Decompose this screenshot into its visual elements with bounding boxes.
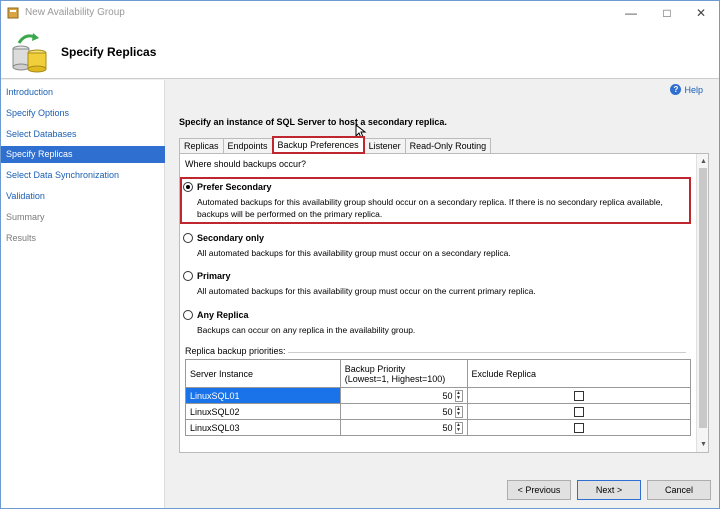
tab-read-only-routing[interactable]: Read-Only Routing: [404, 138, 492, 154]
nav-item-specify-options[interactable]: Specify Options: [1, 105, 165, 122]
nav-item-select-databases[interactable]: Select Databases: [1, 126, 165, 143]
option-description: All automated backups for this availabil…: [197, 248, 511, 258]
exclude-cell[interactable]: [466, 387, 692, 404]
header-server-instance: Server Instance: [185, 359, 341, 388]
tab-listener[interactable]: Listener: [363, 138, 406, 154]
next-button[interactable]: Next >: [577, 480, 641, 500]
header-backup-priority: Backup Priority (Lowest=1, Highest=100): [339, 359, 468, 388]
tab-strip: Replicas Endpoints Backup Preferences Li…: [179, 136, 492, 154]
group-divider: [288, 352, 686, 353]
window-title: New Availability Group: [25, 7, 125, 18]
backup-question: Where should backups occur?: [185, 159, 307, 169]
option-label: Primary: [197, 271, 231, 281]
minimize-icon[interactable]: —: [613, 3, 649, 23]
spinner-icon[interactable]: ▲ ▼: [454, 405, 463, 418]
header-priority-line1: Backup Priority: [344, 363, 406, 374]
vertical-scrollbar[interactable]: ▲ ▼: [696, 154, 708, 452]
cancel-button[interactable]: Cancel: [647, 480, 711, 500]
instruction-text: Specify an instance of SQL Server to hos…: [179, 117, 447, 127]
table-row[interactable]: LinuxSQL02 50 ▲ ▼: [185, 403, 692, 420]
wizard-nav: Introduction Specify Options Select Data…: [1, 80, 165, 508]
server-cell[interactable]: LinuxSQL02: [185, 403, 341, 420]
table-header-row: Server Instance Backup Priority (Lowest=…: [185, 359, 692, 388]
help-link[interactable]: ? Help: [670, 84, 703, 95]
header-exclude-replica: Exclude Replica: [466, 359, 692, 388]
radio-primary[interactable]: [183, 271, 193, 281]
server-cell[interactable]: LinuxSQL03: [185, 419, 341, 436]
priority-value[interactable]: 50: [443, 407, 453, 417]
exclude-cell[interactable]: [466, 403, 692, 420]
help-label: Help: [684, 84, 703, 95]
priority-cell[interactable]: 50 ▲ ▼: [339, 403, 468, 420]
exclude-checkbox[interactable]: [573, 390, 584, 401]
help-icon: ?: [670, 84, 682, 95]
page-title: Specify Replicas: [61, 45, 157, 59]
radio-prefer-secondary[interactable]: [183, 182, 193, 192]
maximize-icon[interactable]: □: [649, 3, 685, 23]
spinner-icon[interactable]: ▲ ▼: [454, 389, 463, 402]
title-bar: New Availability Group — □ ✕: [1, 1, 719, 25]
close-icon[interactable]: ✕: [683, 3, 719, 23]
exclude-checkbox[interactable]: [573, 422, 584, 433]
option-label: Prefer Secondary: [197, 182, 272, 192]
backup-preferences-panel: Where should backups occur? Prefer Secon…: [179, 153, 709, 453]
priority-value[interactable]: 50: [443, 391, 453, 401]
scroll-up-icon[interactable]: ▲: [700, 158, 707, 165]
spinner-icon[interactable]: ▲ ▼: [454, 421, 463, 434]
previous-button[interactable]: < Previous: [507, 480, 571, 500]
scroll-thumb[interactable]: [699, 168, 707, 428]
option-description: All automated backups for this availabil…: [197, 286, 536, 296]
scroll-down-icon[interactable]: ▼: [700, 441, 707, 448]
database-icon: [12, 33, 47, 73]
priorities-group-label: Replica backup priorities:: [185, 346, 286, 356]
priority-cell[interactable]: 50 ▲ ▼: [339, 387, 468, 404]
priority-value[interactable]: 50: [443, 423, 453, 433]
nav-item-introduction[interactable]: Introduction: [1, 84, 165, 101]
nav-item-results: Results: [6, 233, 37, 243]
exclude-cell[interactable]: [466, 419, 692, 436]
radio-any-replica[interactable]: [183, 310, 193, 320]
option-label: Any Replica: [197, 310, 249, 320]
nav-item-specify-replicas[interactable]: Specify Replicas: [1, 146, 165, 163]
tab-endpoints[interactable]: Endpoints: [222, 138, 273, 154]
exclude-checkbox[interactable]: [573, 406, 584, 417]
table-row[interactable]: LinuxSQL03 50 ▲ ▼: [185, 419, 692, 436]
tab-backup-preferences[interactable]: Backup Preferences: [271, 136, 365, 154]
option-description: Backups can occur on any replica in the …: [197, 325, 416, 335]
header-priority-line2: (Lowest=1, Highest=100): [344, 373, 446, 384]
option-label: Secondary only: [197, 233, 265, 243]
replica-priority-table: Server Instance Backup Priority (Lowest=…: [185, 359, 692, 436]
server-cell[interactable]: LinuxSQL01: [185, 387, 341, 404]
main-panel: ? Help Specify an instance of SQL Server…: [166, 80, 719, 508]
nav-item-summary: Summary: [6, 212, 45, 222]
tab-replicas[interactable]: Replicas: [179, 138, 224, 154]
option-description: Automated backups for this availability …: [197, 197, 663, 219]
app-icon: [7, 7, 19, 19]
priority-cell[interactable]: 50 ▲ ▼: [339, 419, 468, 436]
page-header: Specify Replicas: [1, 25, 719, 79]
radio-secondary-only[interactable]: [183, 233, 193, 243]
dialog-window: New Availability Group — □ ✕ Specify Rep…: [0, 0, 720, 509]
table-row[interactable]: LinuxSQL01 50 ▲ ▼: [185, 387, 692, 404]
nav-item-select-data-synchronization[interactable]: Select Data Synchronization: [1, 167, 165, 184]
nav-item-validation[interactable]: Validation: [1, 188, 165, 205]
